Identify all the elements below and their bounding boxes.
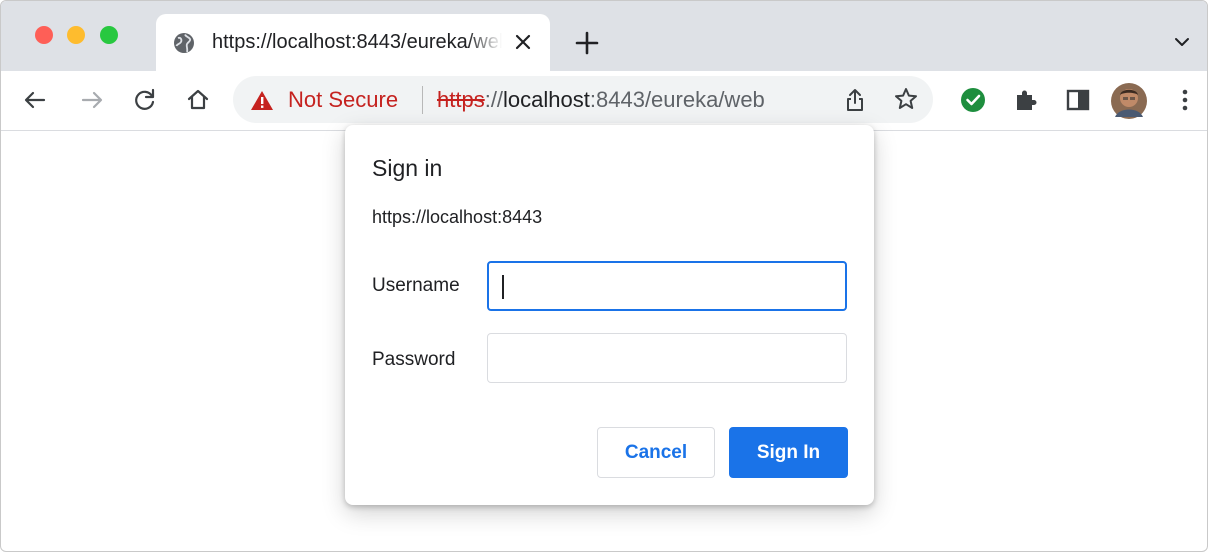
- url-text[interactable]: https://localhost:8443/eureka/web: [437, 87, 765, 113]
- close-icon[interactable]: [510, 29, 536, 55]
- url-scheme: https: [437, 87, 485, 112]
- sign-in-dialog: Sign in https://localhost:8443 Username …: [345, 125, 874, 505]
- warning-triangle-icon[interactable]: [250, 89, 274, 111]
- globe-icon: [174, 33, 194, 53]
- tab-strip: https://localhost:8443/eureka/web: [1, 1, 1207, 71]
- sign-in-button[interactable]: Sign In: [729, 427, 848, 478]
- url-separator: ://: [484, 87, 504, 112]
- dialog-origin: https://localhost:8443: [372, 207, 543, 227]
- browser-window: https://localhost:8443/eureka/web Not Se…: [0, 0, 1208, 552]
- toolbar: Not Secure https://localhost:8443/eureka…: [1, 71, 1207, 131]
- omnibox-divider: [422, 86, 423, 114]
- password-input[interactable]: [487, 333, 847, 383]
- bookmark-star-icon[interactable]: [893, 86, 919, 112]
- address-bar[interactable]: Not Secure https://localhost:8443/eureka…: [233, 76, 933, 123]
- zoom-window-button[interactable]: [100, 26, 118, 44]
- reload-icon[interactable]: [131, 86, 159, 114]
- share-icon[interactable]: [843, 87, 867, 113]
- side-panel-icon[interactable]: [1064, 86, 1092, 114]
- chevron-down-icon[interactable]: [1171, 31, 1193, 53]
- extension-check-icon[interactable]: [959, 86, 987, 114]
- username-label: Username: [372, 275, 460, 296]
- forward-arrow-icon[interactable]: [78, 86, 106, 114]
- home-icon[interactable]: [184, 86, 212, 114]
- minimize-window-button[interactable]: [67, 26, 85, 44]
- active-tab[interactable]: https://localhost:8443/eureka/web: [156, 14, 550, 71]
- kebab-menu-icon[interactable]: [1171, 86, 1199, 114]
- cancel-button[interactable]: Cancel: [597, 427, 715, 478]
- security-status[interactable]: Not Secure: [288, 87, 398, 113]
- close-window-button[interactable]: [35, 26, 53, 44]
- password-label: Password: [372, 349, 456, 370]
- tab-title: https://localhost:8443/eureka/web: [212, 31, 502, 53]
- extensions-puzzle-icon[interactable]: [1011, 86, 1039, 114]
- text-caret: [502, 275, 504, 299]
- dialog-title: Sign in: [372, 155, 443, 181]
- url-host: localhost: [503, 87, 590, 112]
- plus-icon[interactable]: [573, 29, 601, 57]
- url-path: :8443/eureka/web: [589, 87, 765, 112]
- back-arrow-icon[interactable]: [21, 86, 49, 114]
- username-input[interactable]: [487, 261, 847, 311]
- profile-avatar[interactable]: [1111, 83, 1147, 119]
